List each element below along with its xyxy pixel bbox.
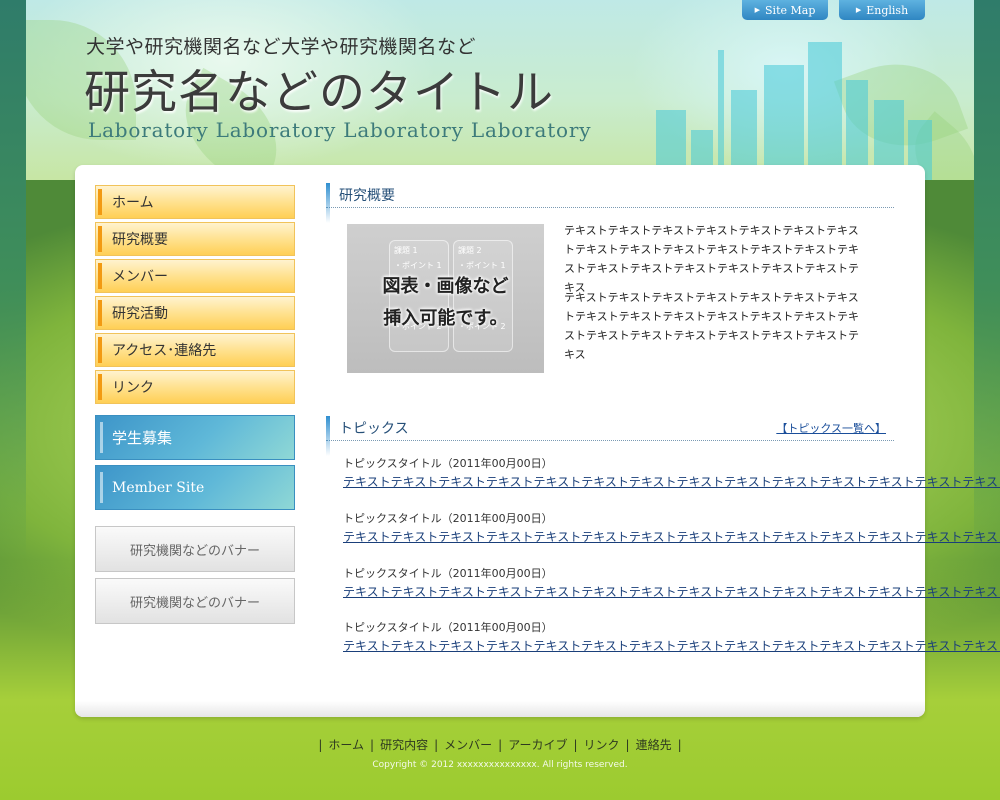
- panel-footer-shadow: [75, 701, 925, 717]
- overview-paragraph: テキストテキストテキストテキストテキストテキストテキストテキストテキストテキスト…: [564, 291, 860, 361]
- overview-figure: 課題 1 ・ポイント 1 ・ポイント 2 課題 2 ・ポイント 1 ・ポイント …: [347, 224, 544, 373]
- sitemap-button[interactable]: ▶ Site Map: [742, 0, 828, 20]
- overview-heading: 研究概要: [326, 183, 894, 223]
- figure-box-label: 課題 1: [394, 246, 418, 255]
- footer-link-home[interactable]: ホーム: [325, 738, 367, 752]
- sitemap-button-label: Site Map: [765, 3, 816, 17]
- topic-title: トピックスタイトル（2011年00月00日）: [343, 457, 553, 470]
- laboratory-name: Laboratory Laboratory Laboratory Laborat…: [88, 118, 592, 142]
- triangle-right-icon: ▶: [855, 6, 862, 14]
- overview-paragraph: テキストテキストテキストテキストテキストテキストテキストテキストテキストテキスト…: [564, 224, 860, 294]
- main-panel: ホーム 研究概要 メンバー 研究活動 アクセス･連絡先 リンク 学生募集 Mem…: [75, 165, 1000, 717]
- topics-list-link[interactable]: 【トピックス一覧へ】: [776, 420, 886, 436]
- footer-separator: |: [318, 738, 323, 752]
- nav-item-overview[interactable]: 研究概要: [95, 222, 295, 256]
- list-item: トピックスタイトル（2011年00月00日） テキストテキストテキストテキストテ…: [343, 564, 1000, 600]
- topics-heading-text: トピックス: [339, 421, 409, 437]
- list-item: トピックスタイトル（2011年00月00日） テキストテキストテキストテキストテ…: [343, 454, 1000, 490]
- footer-link-archive[interactable]: アーカイブ: [505, 738, 570, 752]
- topic-title: トピックスタイトル（2011年00月00日）: [343, 621, 553, 634]
- footer-separator: |: [498, 738, 503, 752]
- figure-caption: 挿入可能です。: [383, 308, 508, 329]
- org-banner[interactable]: 研究機関などのバナー: [95, 526, 295, 572]
- topic-title: トピックスタイトル（2011年00月00日）: [343, 567, 553, 580]
- org-banner[interactable]: 研究機関などのバナー: [95, 578, 295, 624]
- triangle-right-icon: ▶: [754, 6, 761, 14]
- nav-item-links[interactable]: リンク: [95, 370, 295, 404]
- topic-link[interactable]: テキストテキストテキストテキストテキストテキストテキストテキストテキストテキスト…: [343, 638, 1000, 654]
- recruitment-banner[interactable]: 学生募集: [95, 415, 295, 460]
- english-button-label: English: [866, 3, 909, 17]
- city-skyline-decoration: [646, 40, 966, 180]
- nav-item-activities[interactable]: 研究活動: [95, 296, 295, 330]
- topic-title: トピックスタイトル（2011年00月00日）: [343, 512, 553, 525]
- heading-accent-bar: [326, 416, 330, 456]
- footer-separator: |: [677, 738, 682, 752]
- footer-nav: | ホーム | 研究内容 | メンバー | アーカイブ | リンク | 連絡先 |: [0, 736, 1000, 753]
- nav-item-members[interactable]: メンバー: [95, 259, 295, 293]
- figure-box-point: ・ポイント 1: [394, 261, 442, 270]
- topic-link[interactable]: テキストテキストテキストテキストテキストテキストテキストテキストテキストテキスト…: [343, 529, 1000, 545]
- list-item: トピックスタイトル（2011年00月00日） テキストテキストテキストテキストテ…: [343, 509, 1000, 545]
- overview-heading-text: 研究概要: [339, 188, 395, 204]
- figure-box-label: 課題 2: [458, 246, 482, 255]
- footer-separator: |: [434, 738, 439, 752]
- heading-accent-bar: [326, 183, 330, 223]
- nav-item-access[interactable]: アクセス･連絡先: [95, 333, 295, 367]
- member-site-banner[interactable]: Member Site: [95, 465, 295, 510]
- background-edge-left: [0, 0, 26, 560]
- footer-separator: |: [625, 738, 630, 752]
- nav-item-home[interactable]: ホーム: [95, 185, 295, 219]
- footer-separator: |: [370, 738, 375, 752]
- figure-caption: 図表・画像など: [382, 276, 509, 297]
- footer-link-links[interactable]: リンク: [581, 738, 623, 752]
- footer-separator: |: [573, 738, 578, 752]
- english-button[interactable]: ▶ English: [839, 0, 925, 20]
- topics-heading: トピックス 【トピックス一覧へ】: [326, 416, 894, 456]
- footer-link-contact[interactable]: 連絡先: [633, 738, 675, 752]
- footer-link-members[interactable]: メンバー: [441, 738, 495, 752]
- list-item: トピックスタイトル（2011年00月00日） テキストテキストテキストテキストテ…: [343, 618, 1000, 654]
- topic-link[interactable]: テキストテキストテキストテキストテキストテキストテキストテキストテキストテキスト…: [343, 584, 1000, 600]
- figure-box-point: ・ポイント 1: [458, 261, 506, 270]
- footer-link-research[interactable]: 研究内容: [377, 738, 431, 752]
- site-title: 研究名などのタイトル: [84, 65, 554, 119]
- topic-link[interactable]: テキストテキストテキストテキストテキストテキストテキストテキストテキストテキスト…: [343, 474, 1000, 490]
- institution-subtitle: 大学や研究機関名など大学や研究機関名など: [86, 36, 477, 58]
- sidebar-nav: ホーム 研究概要 メンバー 研究活動 アクセス･連絡先 リンク 学生募集 Mem…: [95, 185, 295, 624]
- copyright: Copyright © 2012 xxxxxxxxxxxxxxx. All ri…: [372, 760, 628, 770]
